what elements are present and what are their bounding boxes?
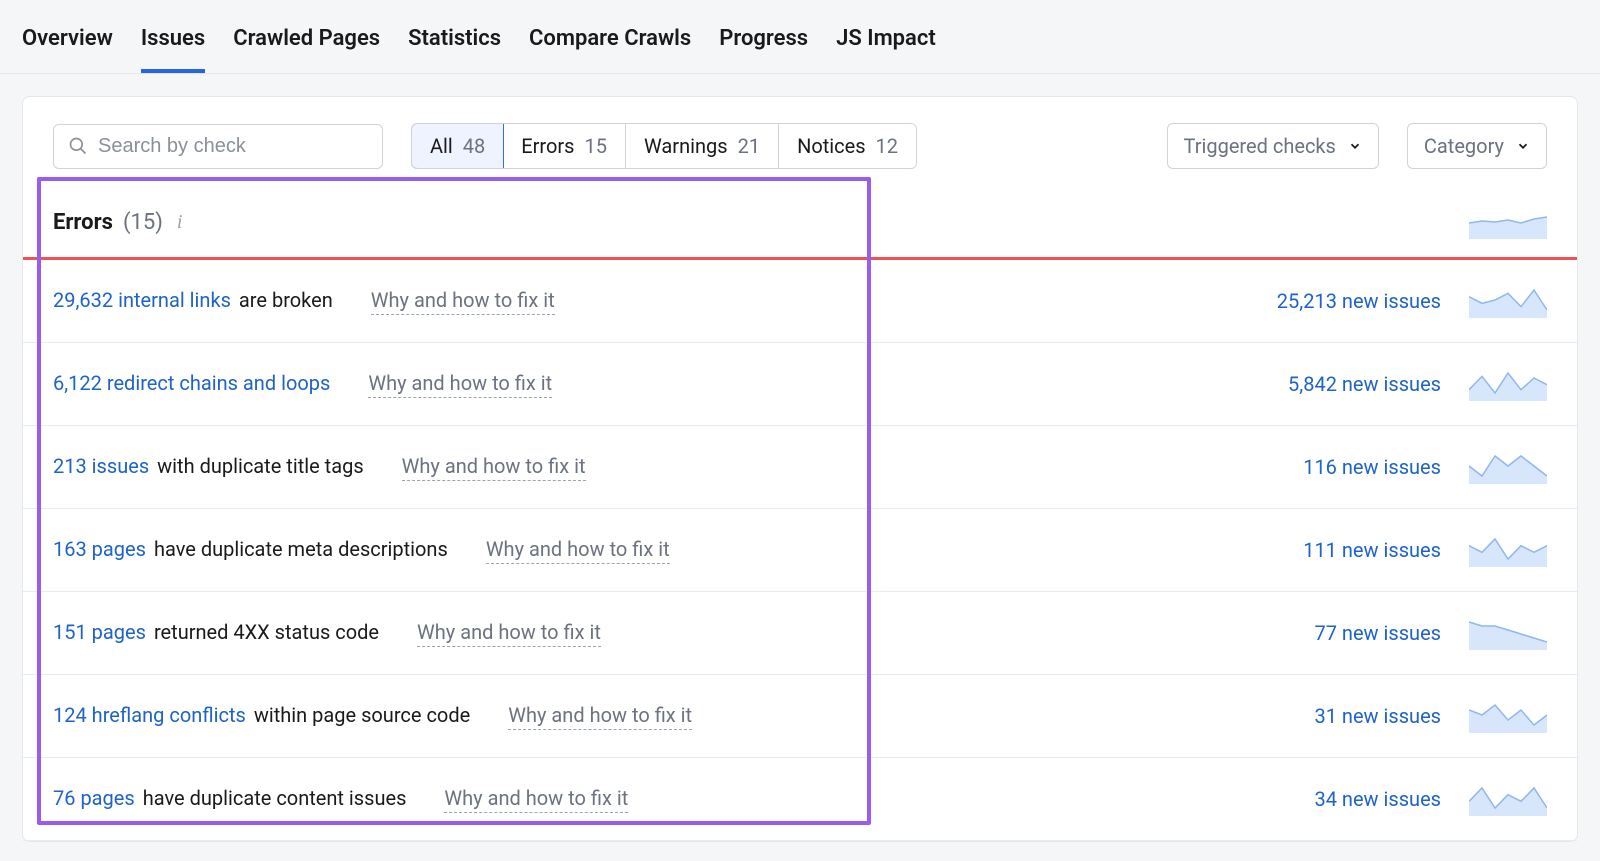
- section-title: Errors: [53, 210, 113, 235]
- issue-text: 163 pages have duplicate meta descriptio…: [53, 537, 670, 564]
- sparkline: [1469, 284, 1547, 318]
- tab-js-impact[interactable]: JS Impact: [836, 14, 936, 73]
- issue-text: 29,632 internal links are broken Why and …: [53, 288, 555, 315]
- fix-hint-link[interactable]: Why and how to fix it: [368, 371, 552, 398]
- issue-row: 76 pages have duplicate content issues Wh…: [23, 758, 1577, 841]
- issue-link[interactable]: 163 pages: [53, 537, 146, 561]
- sparkline: [1469, 533, 1547, 567]
- toolbar: All 48 Errors 15 Warnings 21 Notices 12 Trigger…: [23, 97, 1577, 195]
- tab-crawled-pages[interactable]: Crawled Pages: [233, 14, 380, 73]
- issue-text: 76 pages have duplicate content issues Wh…: [53, 786, 628, 813]
- issue-right: 31 new issues: [1314, 699, 1547, 733]
- info-icon[interactable]: i: [177, 211, 183, 234]
- new-issues-link[interactable]: 34 new issues: [1314, 787, 1441, 811]
- issue-right: 77 new issues: [1314, 616, 1547, 650]
- sparkline: [1469, 450, 1547, 484]
- sparkline: [1469, 205, 1547, 239]
- segment-warnings[interactable]: Warnings 21: [626, 124, 779, 168]
- issue-suffix: within page source code: [254, 703, 470, 727]
- issue-row: 151 pages returned 4XX status code Why an…: [23, 592, 1577, 675]
- new-issues-link[interactable]: 77 new issues: [1314, 621, 1441, 645]
- tab-compare-crawls[interactable]: Compare Crawls: [529, 14, 691, 73]
- new-issues-link[interactable]: 111 new issues: [1303, 538, 1441, 562]
- segment-all[interactable]: All 48: [411, 123, 504, 169]
- section-header: Errors (15) i: [23, 195, 1577, 257]
- triggered-checks-label: Triggered checks: [1184, 134, 1336, 158]
- issue-text: 6,122 redirect chains and loops Why and h…: [53, 371, 552, 398]
- issue-row: 6,122 redirect chains and loops Why and h…: [23, 343, 1577, 426]
- new-issues-link[interactable]: 25,213 new issues: [1277, 289, 1441, 313]
- issue-row: 163 pages have duplicate meta descriptio…: [23, 509, 1577, 592]
- category-label: Category: [1424, 134, 1504, 158]
- fix-hint-link[interactable]: Why and how to fix it: [417, 620, 601, 647]
- issue-link[interactable]: 213 issues: [53, 454, 149, 478]
- new-issues-link[interactable]: 5,842 new issues: [1288, 372, 1441, 396]
- segment-notices[interactable]: Notices 12: [779, 124, 916, 168]
- segment-count: 15: [585, 134, 607, 158]
- tab-progress[interactable]: Progress: [719, 14, 808, 73]
- tab-overview[interactable]: Overview: [22, 14, 113, 73]
- filter-segments: All 48 Errors 15 Warnings 21 Notices 12: [411, 123, 917, 169]
- issue-link[interactable]: 29,632 internal links: [53, 288, 231, 312]
- issue-row: 29,632 internal links are broken Why and …: [23, 260, 1577, 343]
- issue-suffix: with duplicate title tags: [157, 454, 363, 478]
- issues-panel: All 48 Errors 15 Warnings 21 Notices 12 Trigger…: [22, 96, 1578, 842]
- triggered-checks-dropdown[interactable]: Triggered checks: [1167, 123, 1379, 169]
- tab-statistics[interactable]: Statistics: [408, 14, 501, 73]
- chevron-down-icon: [1516, 139, 1530, 153]
- issue-right: 111 new issues: [1303, 533, 1547, 567]
- issue-link[interactable]: 151 pages: [53, 620, 146, 644]
- search-icon: [68, 136, 88, 156]
- search-wrap[interactable]: [53, 124, 383, 169]
- segment-count: 12: [876, 134, 898, 158]
- issue-row: 124 hreflang conflicts within page sourc…: [23, 675, 1577, 758]
- sparkline: [1469, 782, 1547, 816]
- sparkline: [1469, 367, 1547, 401]
- issue-right: 116 new issues: [1303, 450, 1547, 484]
- issue-link[interactable]: 124 hreflang conflicts: [53, 703, 246, 727]
- fix-hint-link[interactable]: Why and how to fix it: [486, 537, 670, 564]
- new-issues-link[interactable]: 31 new issues: [1314, 704, 1441, 728]
- issue-suffix: have duplicate content issues: [143, 786, 407, 810]
- section-count: (15): [123, 210, 163, 235]
- sparkline: [1469, 616, 1547, 650]
- issue-suffix: are broken: [239, 288, 333, 312]
- segment-label: Notices: [797, 134, 865, 158]
- segment-label: Warnings: [644, 134, 728, 158]
- issue-text: 213 issues with duplicate title tags Why …: [53, 454, 586, 481]
- issue-link[interactable]: 6,122 redirect chains and loops: [53, 371, 330, 395]
- issue-right: 34 new issues: [1314, 782, 1547, 816]
- issue-suffix: have duplicate meta descriptions: [154, 537, 448, 561]
- fix-hint-link[interactable]: Why and how to fix it: [371, 288, 555, 315]
- segment-label: Errors: [521, 134, 574, 158]
- issue-text: 151 pages returned 4XX status code Why an…: [53, 620, 601, 647]
- issue-right: 5,842 new issues: [1288, 367, 1547, 401]
- sparkline: [1469, 699, 1547, 733]
- nav-tabs: Overview Issues Crawled Pages Statistics Com…: [0, 0, 1600, 74]
- issue-text: 124 hreflang conflicts within page sourc…: [53, 703, 692, 730]
- fix-hint-link[interactable]: Why and how to fix it: [444, 786, 628, 813]
- fix-hint-link[interactable]: Why and how to fix it: [402, 454, 586, 481]
- issue-link[interactable]: 76 pages: [53, 786, 135, 810]
- category-dropdown[interactable]: Category: [1407, 123, 1547, 169]
- segment-count: 21: [738, 134, 760, 158]
- chevron-down-icon: [1348, 139, 1362, 153]
- issue-row: 213 issues with duplicate title tags Why …: [23, 426, 1577, 509]
- fix-hint-link[interactable]: Why and how to fix it: [508, 703, 692, 730]
- segment-count: 48: [463, 134, 485, 158]
- new-issues-link[interactable]: 116 new issues: [1303, 455, 1441, 479]
- segment-label: All: [430, 134, 453, 158]
- issue-right: 25,213 new issues: [1277, 284, 1547, 318]
- segment-errors[interactable]: Errors 15: [503, 124, 626, 168]
- tab-issues[interactable]: Issues: [141, 14, 205, 73]
- search-input[interactable]: [98, 135, 368, 158]
- issue-suffix: returned 4XX status code: [154, 620, 379, 644]
